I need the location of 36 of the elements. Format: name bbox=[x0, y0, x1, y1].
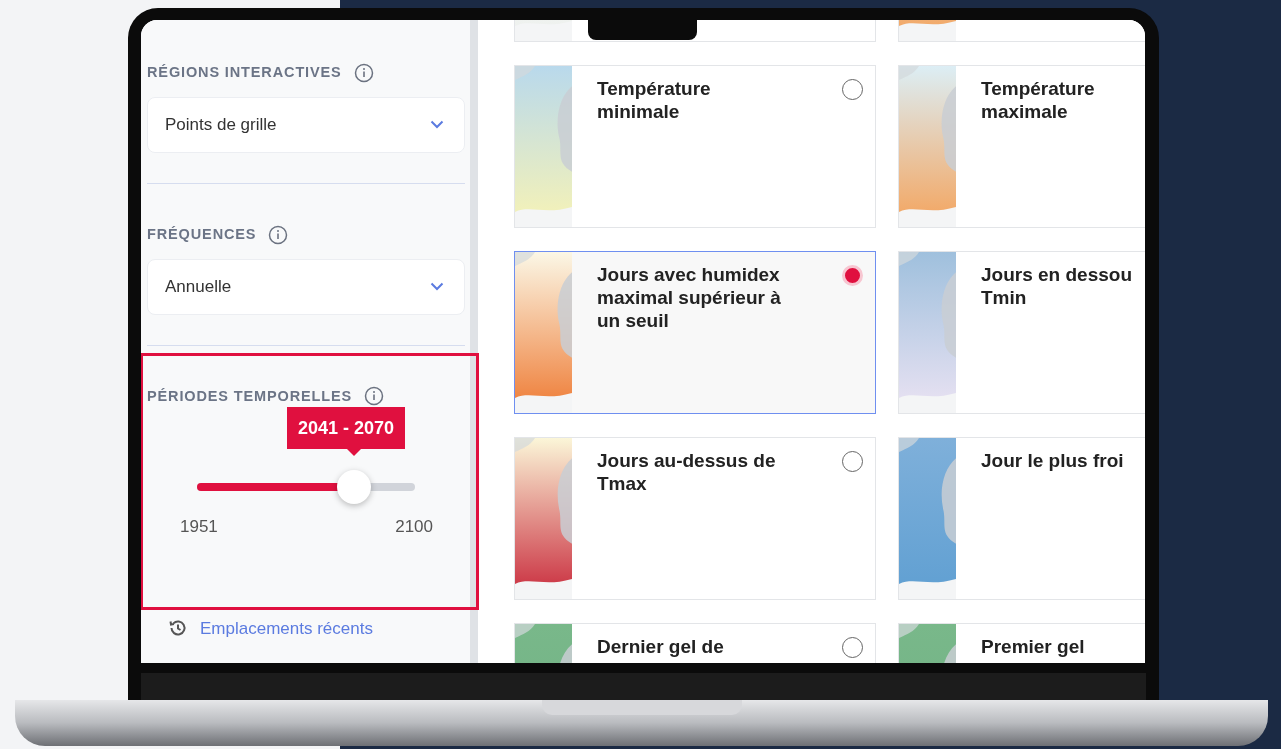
chevron-down-icon bbox=[430, 120, 444, 130]
info-icon[interactable] bbox=[268, 224, 289, 245]
section-heading: FRÉQUENCES bbox=[147, 224, 257, 244]
range-tooltip: 2041 - 2070 bbox=[286, 407, 406, 450]
indicator-card[interactable]: Température minimale bbox=[514, 65, 876, 228]
card-title: Dernier gel de bbox=[597, 636, 724, 657]
scrollbar[interactable] bbox=[470, 20, 478, 663]
indicator-card[interactable]: Dernier gel de bbox=[514, 623, 876, 663]
tooltip-pointer bbox=[346, 449, 361, 457]
radio-button[interactable] bbox=[842, 79, 863, 100]
slider-handle[interactable] bbox=[336, 470, 371, 505]
radio-button[interactable] bbox=[842, 637, 863, 658]
dropdown[interactable]: Annuelle bbox=[147, 258, 465, 315]
card-title: Température minimale bbox=[597, 78, 711, 122]
info-icon[interactable] bbox=[353, 62, 374, 83]
indicator-card[interactable]: Jours au-dessus de Tmax bbox=[514, 437, 876, 600]
section-heading: RÉGIONS INTERACTIVES bbox=[147, 63, 342, 82]
range-min-label: 1951 bbox=[180, 516, 218, 539]
section-heading: PÉRIODES TEMPORELLES bbox=[147, 386, 353, 406]
recent-locations-link[interactable]: Emplacements récents bbox=[168, 615, 465, 641]
indicator-card[interactable]: Température maximale bbox=[898, 65, 1145, 228]
indicator-card[interactable]: Premier gel bbox=[898, 623, 1145, 663]
chevron-down-icon bbox=[430, 282, 444, 291]
card-title: Jour le plus froi bbox=[981, 450, 1124, 471]
card-title: Jours en dessou Tmin bbox=[981, 264, 1132, 308]
info-icon[interactable] bbox=[364, 386, 385, 407]
indicator-card[interactable]: Jour le plus froi bbox=[898, 437, 1145, 600]
indicator-card[interactable]: Jours en dessou Tmin bbox=[898, 251, 1145, 414]
card-title: Température maximale bbox=[981, 78, 1095, 122]
indicator-card[interactable]: Jours avec humidex maximal supérieur à un seuil bbox=[514, 251, 876, 414]
dropdown[interactable]: Points de grille bbox=[147, 96, 465, 153]
range-max-label: 2100 bbox=[395, 516, 433, 539]
card-title: Jours avec humidex maximal supérieur à un seuil bbox=[597, 264, 781, 331]
card-title: Jours au-dessus de Tmax bbox=[597, 450, 776, 494]
radio-button[interactable] bbox=[842, 451, 863, 472]
card-title: Premier gel bbox=[981, 636, 1085, 657]
